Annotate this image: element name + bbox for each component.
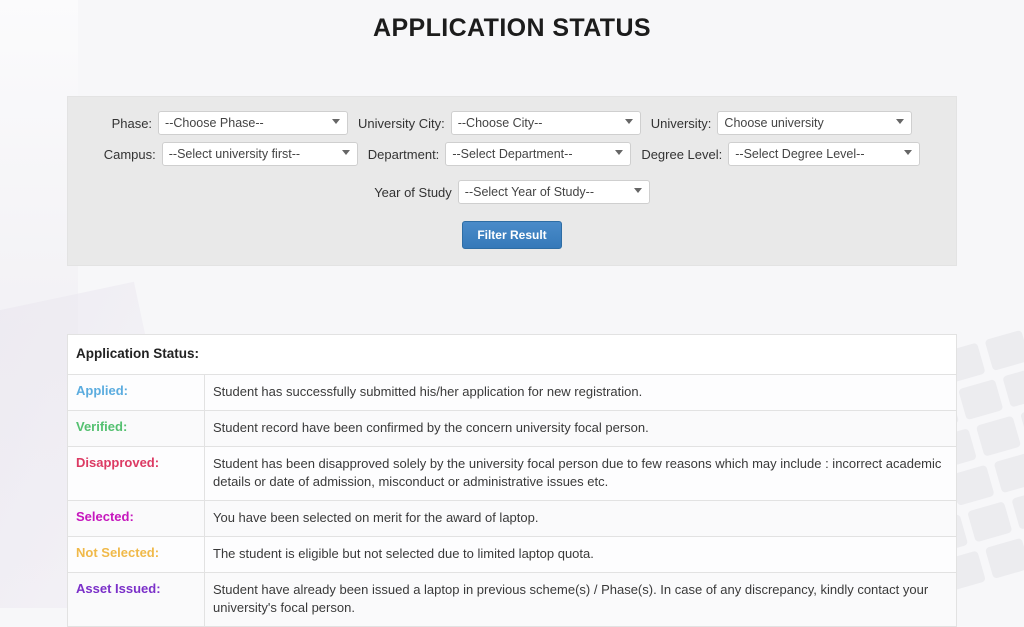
- filter-panel: Phase: --Choose Phase-- University City:…: [67, 96, 957, 266]
- status-description: Student has been disapproved solely by t…: [204, 446, 957, 501]
- year-of-study-select-wrap: --Select Year of Study--: [457, 180, 650, 204]
- campus-label: Campus:: [103, 146, 156, 162]
- status-description: Student has successfully submitted his/h…: [204, 374, 957, 411]
- filter-result-button[interactable]: Filter Result: [462, 221, 562, 249]
- field-university: University: Choose university: [651, 111, 913, 135]
- field-year-of-study: Year of Study --Select Year of Study--: [374, 180, 650, 204]
- status-label: Not Selected:: [67, 536, 205, 573]
- table-row: Disapproved: Student has been disapproved…: [67, 446, 957, 501]
- campus-select[interactable]: --Select university first--: [161, 142, 358, 166]
- status-description: The student is eligible but not selected…: [204, 536, 957, 573]
- field-campus: Campus: --Select university first--: [104, 142, 358, 166]
- keyboard-key-shape: [984, 329, 1024, 372]
- field-degree-level: Degree Level: --Select Degree Level--: [641, 142, 921, 166]
- status-description: Student record have been confirmed by th…: [204, 410, 957, 447]
- phase-select-wrap: --Choose Phase--: [158, 111, 349, 135]
- keyboard-key-shape: [975, 415, 1022, 457]
- table-row: Not Selected: The student is eligible but…: [67, 536, 957, 573]
- filter-row-1: Phase: --Choose Phase-- University City:…: [76, 111, 948, 135]
- department-select[interactable]: --Select Department--: [445, 142, 632, 166]
- keyboard-key-shape: [967, 501, 1013, 543]
- phase-select[interactable]: --Choose Phase--: [158, 111, 349, 135]
- table-row: Selected: You have been selected on merit…: [67, 500, 957, 537]
- filter-row-3: Year of Study --Select Year of Study--: [76, 180, 948, 204]
- keyboard-key-shape: [984, 537, 1024, 579]
- keyboard-key-shape: [958, 378, 1004, 421]
- keyboard-key-shape: [993, 452, 1024, 494]
- field-phase: Phase: --Choose Phase--: [111, 111, 349, 135]
- table-body: Application Status: Applied: Student has …: [67, 334, 957, 627]
- university-city-select[interactable]: --Choose City--: [450, 111, 641, 135]
- phase-label: Phase:: [111, 115, 153, 131]
- year-of-study-select[interactable]: --Select Year of Study--: [457, 180, 650, 204]
- department-label: Department:: [367, 146, 440, 162]
- table-row: Verified: Student record have been confir…: [67, 410, 957, 447]
- application-status-table-wrap: Application Status: Applied: Student has …: [67, 334, 957, 627]
- table-header-cell: Application Status:: [67, 334, 957, 375]
- degree-level-select[interactable]: --Select Degree Level--: [728, 142, 921, 166]
- keyboard-key-shape: [1011, 488, 1024, 530]
- page-title: APPLICATION STATUS: [372, 14, 652, 42]
- keyboard-key-shape: [1002, 366, 1024, 408]
- status-label: Disapproved:: [67, 446, 205, 501]
- campus-select-wrap: --Select university first--: [161, 142, 358, 166]
- status-description: Student have already been issued a lapto…: [204, 572, 957, 627]
- filter-button-row: Filter Result: [76, 221, 948, 249]
- status-label: Selected:: [67, 500, 205, 537]
- table-header-row: Application Status:: [67, 334, 957, 375]
- university-select-wrap: Choose university: [717, 111, 913, 135]
- page-container: APPLICATION STATUS Phase: --Choose Phase…: [67, 0, 957, 627]
- application-status-table: Application Status: Applied: Student has …: [67, 334, 957, 627]
- year-of-study-label: Year of Study: [374, 184, 452, 200]
- university-city-select-wrap: --Choose City--: [450, 111, 641, 135]
- status-label: Applied:: [67, 374, 205, 411]
- table-row: Asset Issued: Student have already been i…: [67, 572, 957, 627]
- field-university-city: University City: --Choose City--: [358, 111, 641, 135]
- status-description: You have been selected on merit for the …: [204, 500, 957, 537]
- table-row: Applied: Student has successfully submitt…: [67, 374, 957, 411]
- status-label: Asset Issued:: [67, 572, 205, 627]
- field-department: Department: --Select Department--: [368, 142, 632, 166]
- degree-level-label: Degree Level:: [641, 146, 723, 162]
- degree-level-select-wrap: --Select Degree Level--: [728, 142, 921, 166]
- university-label: University:: [650, 115, 712, 131]
- department-select-wrap: --Select Department--: [445, 142, 632, 166]
- university-select[interactable]: Choose university: [717, 111, 913, 135]
- filter-row-2: Campus: --Select university first-- Depa…: [76, 142, 948, 166]
- status-label: Verified:: [67, 410, 205, 447]
- university-city-label: University City:: [358, 115, 445, 131]
- keyboard-key-shape: [1020, 402, 1024, 445]
